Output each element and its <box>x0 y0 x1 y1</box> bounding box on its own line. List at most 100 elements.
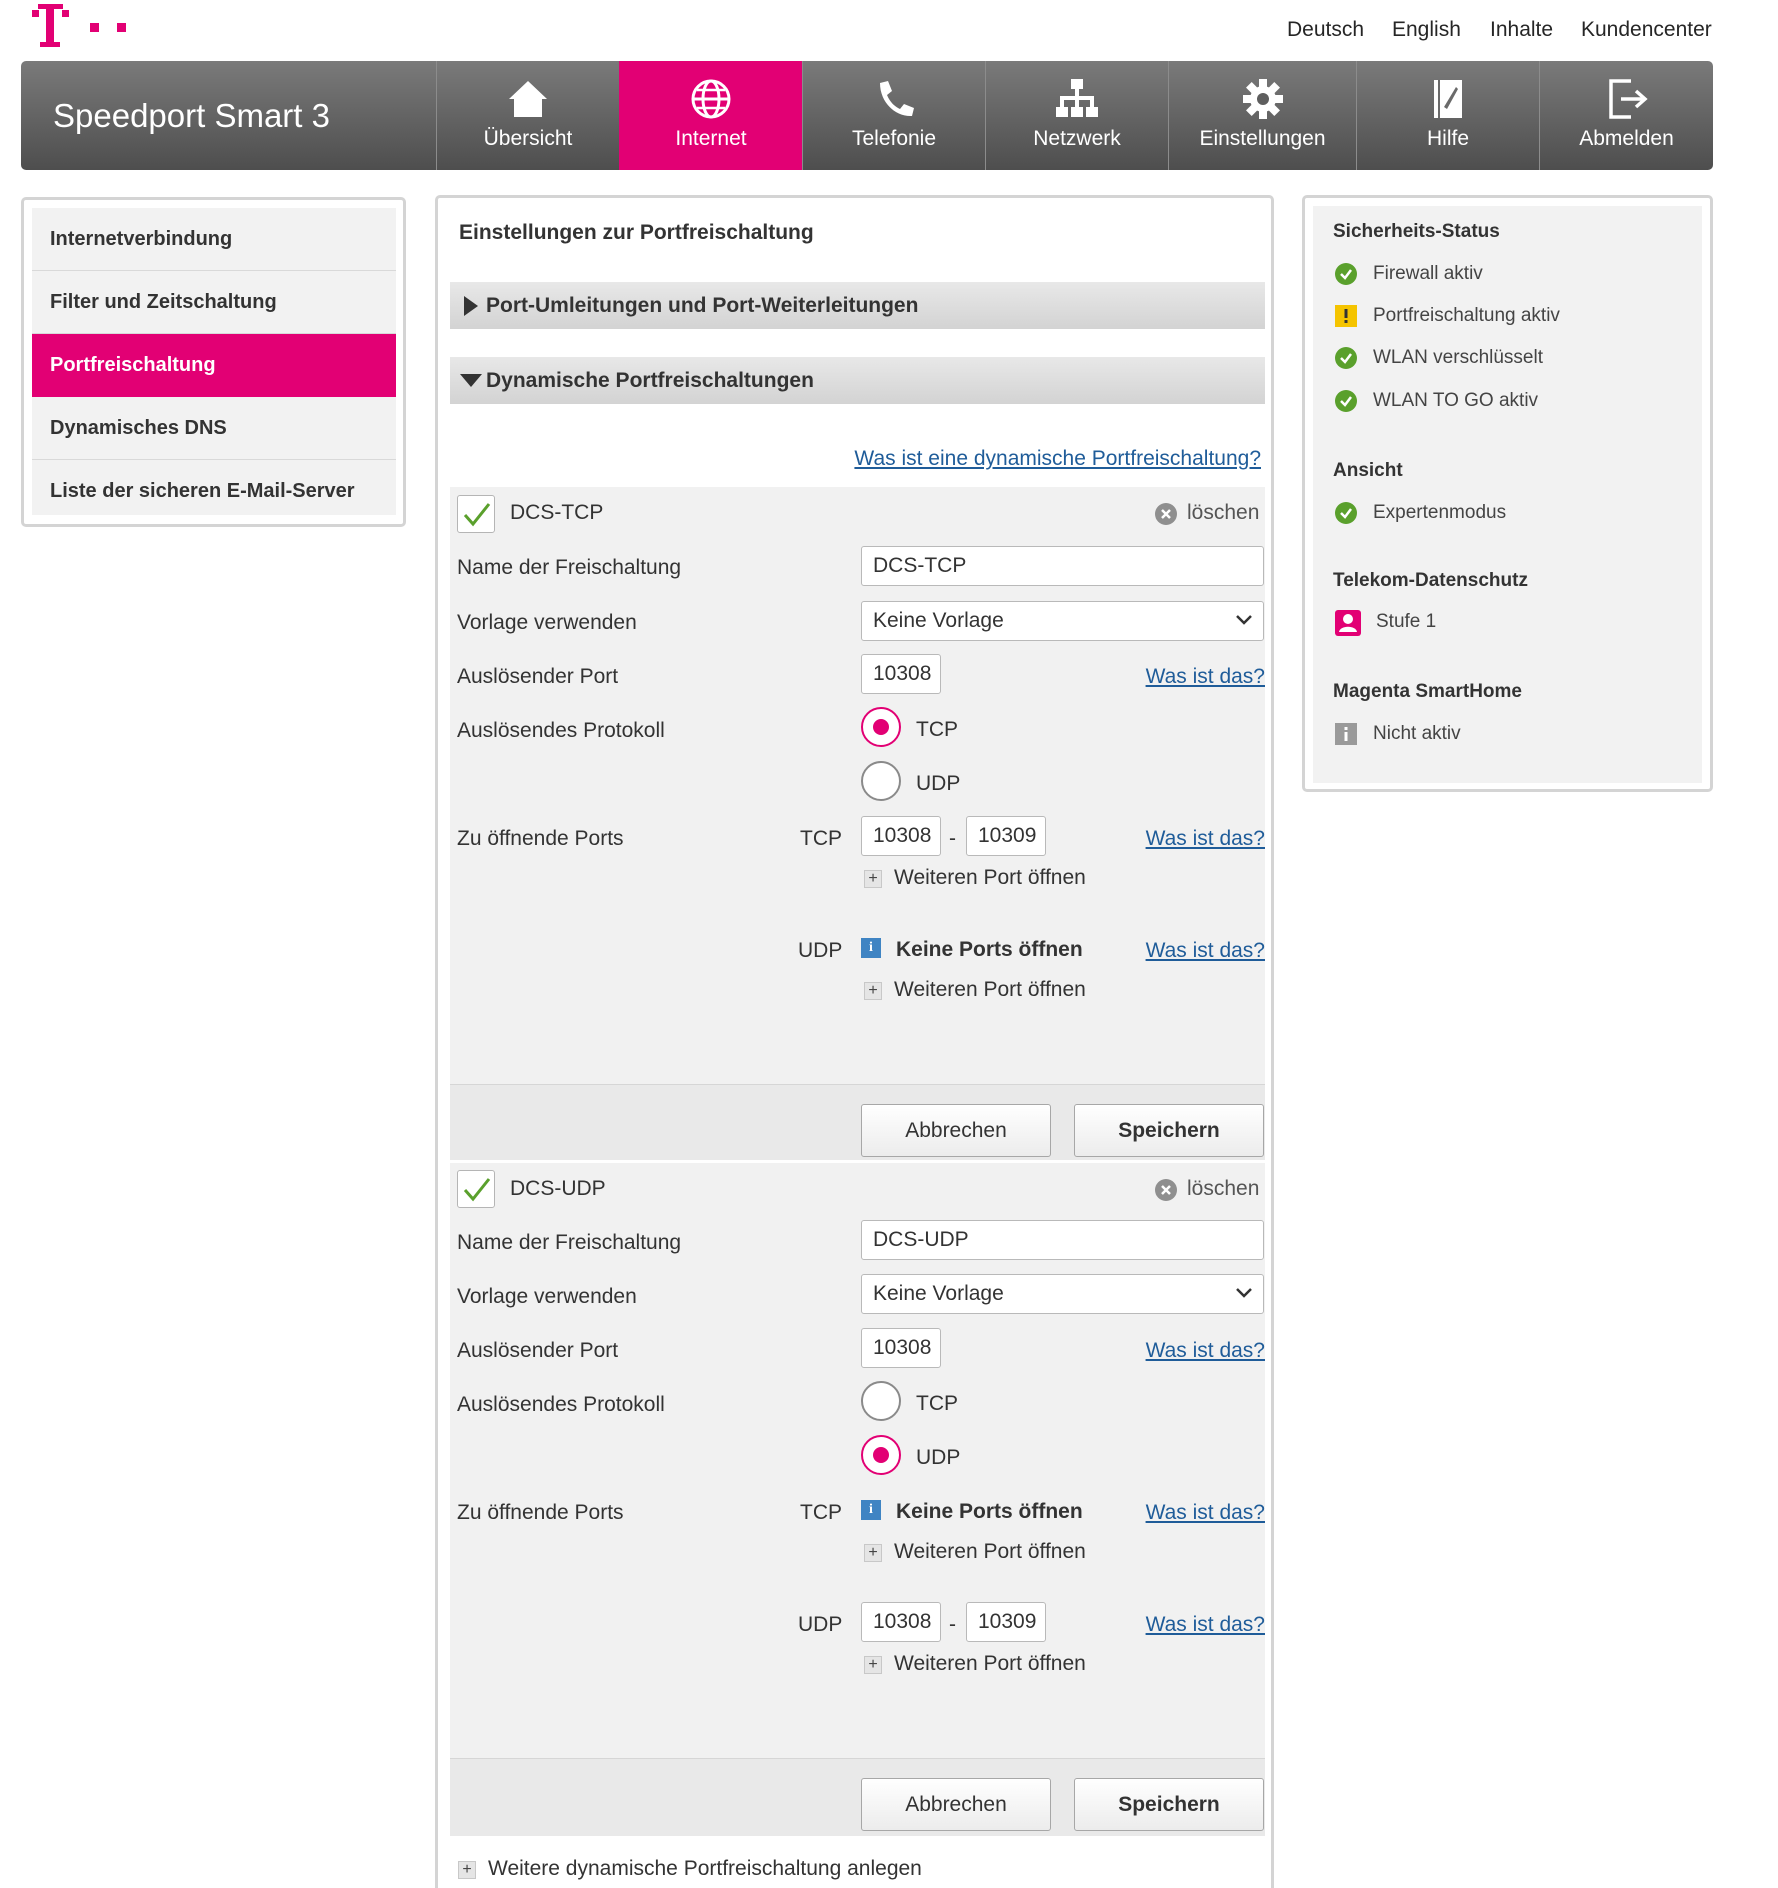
status-wlan-to-go: WLAN TO GO aktiv <box>1373 390 1539 411</box>
plus-icon: + <box>864 982 882 1000</box>
network-icon <box>1056 79 1098 117</box>
entry-footer: Abbrechen Speichern <box>450 1758 1265 1836</box>
status-panel-inner: Sicherheits-Status Firewall aktiv Portfr… <box>1313 206 1702 783</box>
delete-x-icon <box>1155 1179 1177 1201</box>
what-is-link[interactable]: Was ist das? <box>1146 1613 1265 1637</box>
radio-udp-label: UDP <box>916 772 961 795</box>
trigger-port-input[interactable]: 10308 <box>861 654 941 694</box>
range-separator: - <box>949 827 956 850</box>
nav-uebersicht[interactable]: Übersicht <box>436 61 619 170</box>
add-udp-port-button[interactable]: + Weiteren Port öffnen <box>864 1650 1104 1680</box>
globe-icon <box>691 79 731 119</box>
radio-tcp[interactable] <box>861 707 901 747</box>
info-icon: i <box>861 1500 881 1520</box>
udp-port-to-input[interactable]: 10309 <box>966 1602 1046 1642</box>
nav-abmelden[interactable]: Abmelden <box>1539 61 1713 170</box>
udp-ports-label: UDP <box>798 1613 843 1636</box>
help-link-dynamic[interactable]: Was ist eine dynamische Portfreischaltun… <box>854 447 1261 471</box>
cancel-button[interactable]: Abbrechen <box>861 1778 1051 1831</box>
entry-title: DCS-TCP <box>510 501 604 524</box>
radio-udp[interactable] <box>861 761 901 801</box>
label-trigger-port: Auslösender Port <box>457 1339 619 1362</box>
add-tcp-port-button[interactable]: + Weiteren Port öffnen <box>864 864 1104 894</box>
delete-button[interactable]: löschen <box>1155 499 1265 529</box>
smarthome-status: Nicht aktiv <box>1373 723 1461 744</box>
save-button[interactable]: Speichern <box>1074 1104 1264 1157</box>
label-ports-to-open: Zu öffnende Ports <box>457 1501 624 1524</box>
view-expert-mode[interactable]: Expertenmodus <box>1373 502 1506 524</box>
toplink-english[interactable]: English <box>1392 18 1461 42</box>
accordion-dynamic-port[interactable]: Dynamische Portfreischaltungen <box>450 357 1265 404</box>
what-is-link[interactable]: Was ist das? <box>1146 1339 1265 1363</box>
nav-netzwerk[interactable]: Netzwerk <box>985 61 1168 170</box>
warning-icon <box>1335 305 1357 327</box>
chevron-down-icon <box>1236 615 1252 625</box>
phone-icon <box>880 81 914 117</box>
radio-udp[interactable] <box>861 1435 901 1475</box>
view-title: Ansicht <box>1333 460 1403 481</box>
telekom-logo[interactable] <box>32 4 142 52</box>
cancel-button[interactable]: Abbrechen <box>861 1104 1051 1157</box>
nav-einstellungen[interactable]: Einstellungen <box>1168 61 1356 170</box>
label-template: Vorlage verwenden <box>457 611 637 634</box>
tcp-port-to-input[interactable]: 10309 <box>966 816 1046 856</box>
sidebar-item-email-server[interactable]: Liste der sicheren E-Mail-Server <box>32 460 396 523</box>
nav-hilfe[interactable]: Hilfe <box>1356 61 1539 170</box>
range-separator: - <box>949 1613 956 1636</box>
plus-icon: + <box>458 1861 476 1879</box>
save-button[interactable]: Speichern <box>1074 1778 1264 1831</box>
tcp-port-from-input[interactable]: 10308 <box>861 816 941 856</box>
name-input[interactable]: DCS-UDP <box>861 1220 1264 1260</box>
privacy-level[interactable]: Stufe 1 <box>1376 611 1436 633</box>
udp-port-from-input[interactable]: 10308 <box>861 1602 941 1642</box>
sidebar-item-dynamisches-dns[interactable]: Dynamisches DNS <box>32 397 396 460</box>
nav-telefonie[interactable]: Telefonie <box>802 61 985 170</box>
delete-button[interactable]: löschen <box>1155 1175 1265 1205</box>
accordion-port-forwarding[interactable]: Port-Umleitungen und Port-Weiterleitunge… <box>450 282 1265 329</box>
radio-tcp[interactable] <box>861 1381 901 1421</box>
security-status-title: Sicherheits-Status <box>1333 221 1500 242</box>
checkmark-icon <box>463 1178 491 1202</box>
label-trigger-protocol: Auslösendes Protokoll <box>457 719 665 742</box>
triangle-right-icon <box>464 296 478 316</box>
privacy-title: Telekom-Datenschutz <box>1333 570 1528 591</box>
what-is-link[interactable]: Was ist das? <box>1146 827 1265 851</box>
enable-checkbox[interactable] <box>457 495 495 533</box>
nav-internet[interactable]: Internet <box>619 61 802 170</box>
sidebar-item-portfreischaltung[interactable]: Portfreischaltung <box>32 334 396 397</box>
name-input[interactable]: DCS-TCP <box>861 546 1264 586</box>
label-trigger-port: Auslösender Port <box>457 665 619 688</box>
sidebar-item-internetverbindung[interactable]: Internetverbindung <box>32 208 396 271</box>
toplink-deutsch[interactable]: Deutsch <box>1287 18 1364 42</box>
logout-icon <box>1608 79 1648 119</box>
enable-checkbox[interactable] <box>457 1170 495 1208</box>
sidebar-item-filter[interactable]: Filter und Zeitschaltung <box>32 271 396 334</box>
sidebar: Internetverbindung Filter und Zeitschalt… <box>21 197 406 527</box>
triangle-down-icon <box>460 374 482 387</box>
help-book-icon <box>1434 80 1462 118</box>
add-udp-port-button[interactable]: + Weiteren Port öffnen <box>864 976 1104 1006</box>
check-circle-icon <box>1335 347 1357 369</box>
label-ports-to-open: Zu öffnende Ports <box>457 827 624 850</box>
check-circle-icon <box>1335 390 1357 412</box>
label-trigger-protocol: Auslösendes Protokoll <box>457 1393 665 1416</box>
udp-ports-label: UDP <box>798 939 843 962</box>
label-name: Name der Freischaltung <box>457 556 682 579</box>
tcp-ports-label: TCP <box>800 827 842 850</box>
toplink-inhalte[interactable]: Inhalte <box>1490 18 1553 42</box>
add-tcp-port-button[interactable]: + Weiteren Port öffnen <box>864 1538 1104 1568</box>
delete-x-icon <box>1155 503 1177 525</box>
main-panel: Einstellungen zur Portfreischaltung Port… <box>435 195 1274 1888</box>
trigger-port-input[interactable]: 10308 <box>861 1328 941 1368</box>
template-select[interactable]: Keine Vorlage <box>861 1274 1264 1314</box>
entry-footer: Abbrechen Speichern <box>450 1084 1265 1160</box>
what-is-link[interactable]: Was ist das? <box>1146 665 1265 689</box>
what-is-link[interactable]: Was ist das? <box>1146 939 1265 963</box>
status-wlan-encrypted: WLAN verschlüsselt <box>1373 347 1543 368</box>
what-is-link[interactable]: Was ist das? <box>1146 1501 1265 1525</box>
template-select[interactable]: Keine Vorlage <box>861 601 1264 641</box>
toplink-kundencenter[interactable]: Kundencenter <box>1581 18 1712 42</box>
main-navbar: Speedport Smart 3 Übersicht Internet Tel… <box>21 61 1713 170</box>
add-dynamic-rule-button[interactable]: + Weitere dynamische Portfreischaltung a… <box>458 1855 958 1885</box>
plus-icon: + <box>864 1544 882 1562</box>
